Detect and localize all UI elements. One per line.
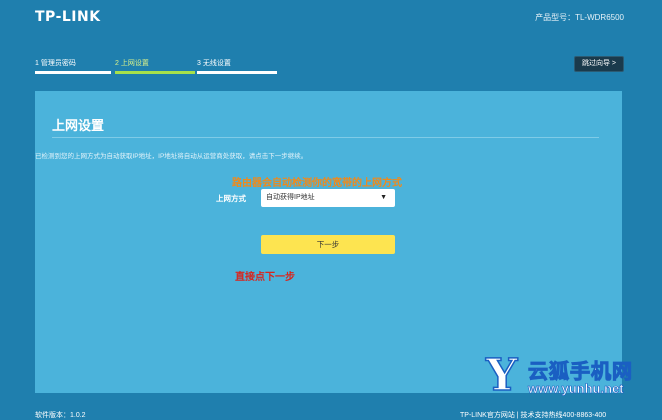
tp-link-logo: TP-LINK	[35, 9, 101, 25]
step-progress-bar	[115, 71, 195, 74]
step-progress-bar	[197, 71, 277, 74]
step-wireless-settings[interactable]: 3 无线设置	[197, 58, 277, 74]
footer-links[interactable]: TP-LINK官方网站 | 技术支持热线400-8863-400	[460, 410, 606, 420]
step-label: 2 上网设置	[115, 60, 149, 67]
step-admin-password[interactable]: 1 管理员密码	[35, 58, 111, 74]
wizard-steps: 1 管理员密码 2 上网设置 3 无线设置	[35, 58, 280, 76]
watermark-url: www.yunhu.net	[528, 381, 624, 397]
software-version: 软件版本：1.0.2	[35, 412, 86, 419]
annotation-click-next: 直接点下一步	[235, 272, 295, 283]
model-label: 产品型号：TL-WDR6500	[535, 13, 624, 22]
step-label: 3 无线设置	[197, 60, 231, 67]
select-value: 自动获得IP地址	[266, 194, 315, 201]
yunhu-watermark: Y 云狐手机网 www.yunhu.net	[485, 349, 662, 402]
next-button[interactable]: 下一步	[261, 235, 395, 254]
skip-wizard-button[interactable]: 跳过向导 >	[574, 56, 624, 72]
connection-type-label: 上网方式	[216, 194, 246, 203]
panel-title: 上网设置	[52, 118, 105, 133]
watermark-logo-letter: Y	[485, 349, 518, 402]
dropdown-arrow-icon: ▼	[380, 194, 387, 201]
panel-divider	[52, 137, 599, 138]
step-internet-settings[interactable]: 2 上网设置	[115, 58, 195, 74]
annotation-auto-detect: 路由器会自动检测你的宽带的上网方式	[232, 178, 402, 189]
connection-type-select[interactable]: 自动获得IP地址 ▼	[261, 189, 395, 207]
step-progress-bar	[35, 71, 111, 74]
internet-settings-panel: 上网设置 已检测到您的上网方式为自动获取IP地址，IP地址将自动从运营商处获取，…	[35, 91, 622, 393]
step-label: 1 管理员密码	[35, 60, 76, 67]
header: TP-LINK 产品型号：TL-WDR6500	[0, 0, 662, 40]
panel-description: 已检测到您的上网方式为自动获取IP地址，IP地址将自动从运营商处获取，请点击下一…	[35, 153, 308, 160]
watermark-name: 云狐手机网	[528, 361, 633, 384]
